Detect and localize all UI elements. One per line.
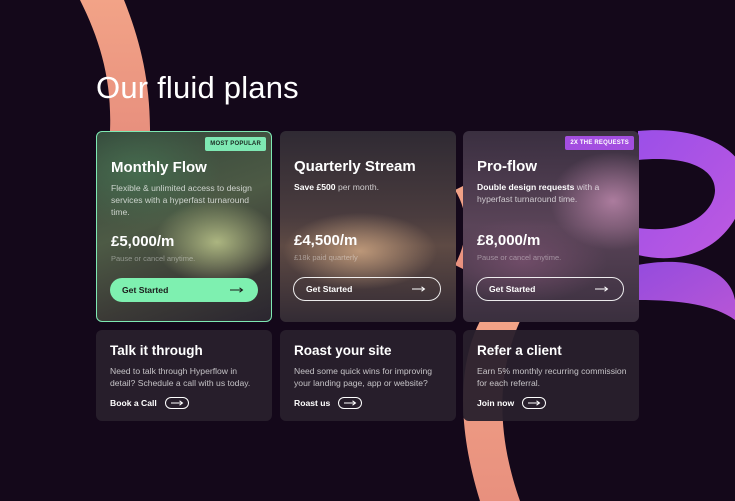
plan-card-quarterly-stream: Quarterly Stream Save £500 per month. £4… (280, 131, 456, 322)
plan-description: Flexible & unlimited access to design se… (111, 183, 252, 217)
purple-ribbon (638, 130, 735, 259)
get-started-button[interactable]: Get Started (293, 277, 441, 301)
arrow-right-icon (595, 286, 609, 292)
plan-price: £4,500/m (294, 232, 358, 249)
get-started-label: Get Started (122, 285, 169, 295)
plan-price: £5,000/m (111, 233, 175, 250)
plan-description-bold: Double design requests (477, 182, 575, 192)
plan-price: £8,000/m (477, 232, 541, 249)
plan-note: Pause or cancel anytime. (111, 254, 196, 263)
info-card-description: Earn 5% monthly recurring commission for… (477, 366, 627, 388)
arrow-right-icon (412, 286, 426, 292)
arrow-right-icon (338, 397, 363, 409)
book-a-call-link[interactable]: Book a Call (110, 397, 189, 409)
get-started-button[interactable]: Get Started (476, 277, 624, 301)
plan-description-bold: Save £500 (294, 182, 336, 192)
get-started-label: Get Started (306, 284, 353, 294)
info-card-link-label: Book a Call (110, 398, 157, 408)
info-card-talk-it-through: Talk it through Need to talk through Hyp… (96, 330, 272, 421)
plan-name: Quarterly Stream (294, 158, 416, 175)
info-card-title: Talk it through (110, 343, 203, 358)
page-title: Our fluid plans (96, 70, 299, 105)
plan-card-monthly-flow: MOST POPULAR Monthly Flow Flexible & unl… (96, 131, 272, 322)
info-card-link-label: Roast us (294, 398, 331, 408)
arrow-right-icon (164, 397, 189, 409)
plan-description-rest: per month. (335, 182, 380, 192)
info-card-roast-your-site: Roast your site Need some quick wins for… (280, 330, 456, 421)
plan-name: Monthly Flow (111, 159, 207, 176)
arrow-right-icon (522, 397, 547, 409)
roast-us-link[interactable]: Roast us (294, 397, 363, 409)
info-card-title: Roast your site (294, 343, 392, 358)
plan-note: £18k paid quarterly (294, 253, 358, 262)
info-card-refer-a-client: Refer a client Earn 5% monthly recurring… (463, 330, 639, 421)
plan-card-pro-flow: 2X THE REQUESTS Pro-flow Double design r… (463, 131, 639, 322)
info-card-link-label: Join now (477, 398, 515, 408)
arrow-right-icon (230, 287, 244, 293)
join-now-link[interactable]: Join now (477, 397, 547, 409)
plan-note: Pause or cancel anytime. (477, 253, 562, 262)
plan-name: Pro-flow (477, 158, 537, 175)
plan-description: Double design requests with a hyperfast … (477, 181, 627, 205)
info-card-description: Need some quick wins for improving your … (294, 366, 433, 388)
info-card-description: Need to talk through Hyperflow in detail… (110, 366, 251, 388)
plan-description: Save £500 per month. (294, 181, 444, 193)
get-started-label: Get Started (489, 284, 536, 294)
plan-badge: 2X THE REQUESTS (565, 136, 634, 150)
get-started-button[interactable]: Get Started (110, 278, 258, 302)
info-card-title: Refer a client (477, 343, 562, 358)
plan-badge: MOST POPULAR (205, 137, 266, 151)
peach-ribbon-top (80, 0, 150, 131)
purple-ribbon-lower (638, 261, 735, 320)
